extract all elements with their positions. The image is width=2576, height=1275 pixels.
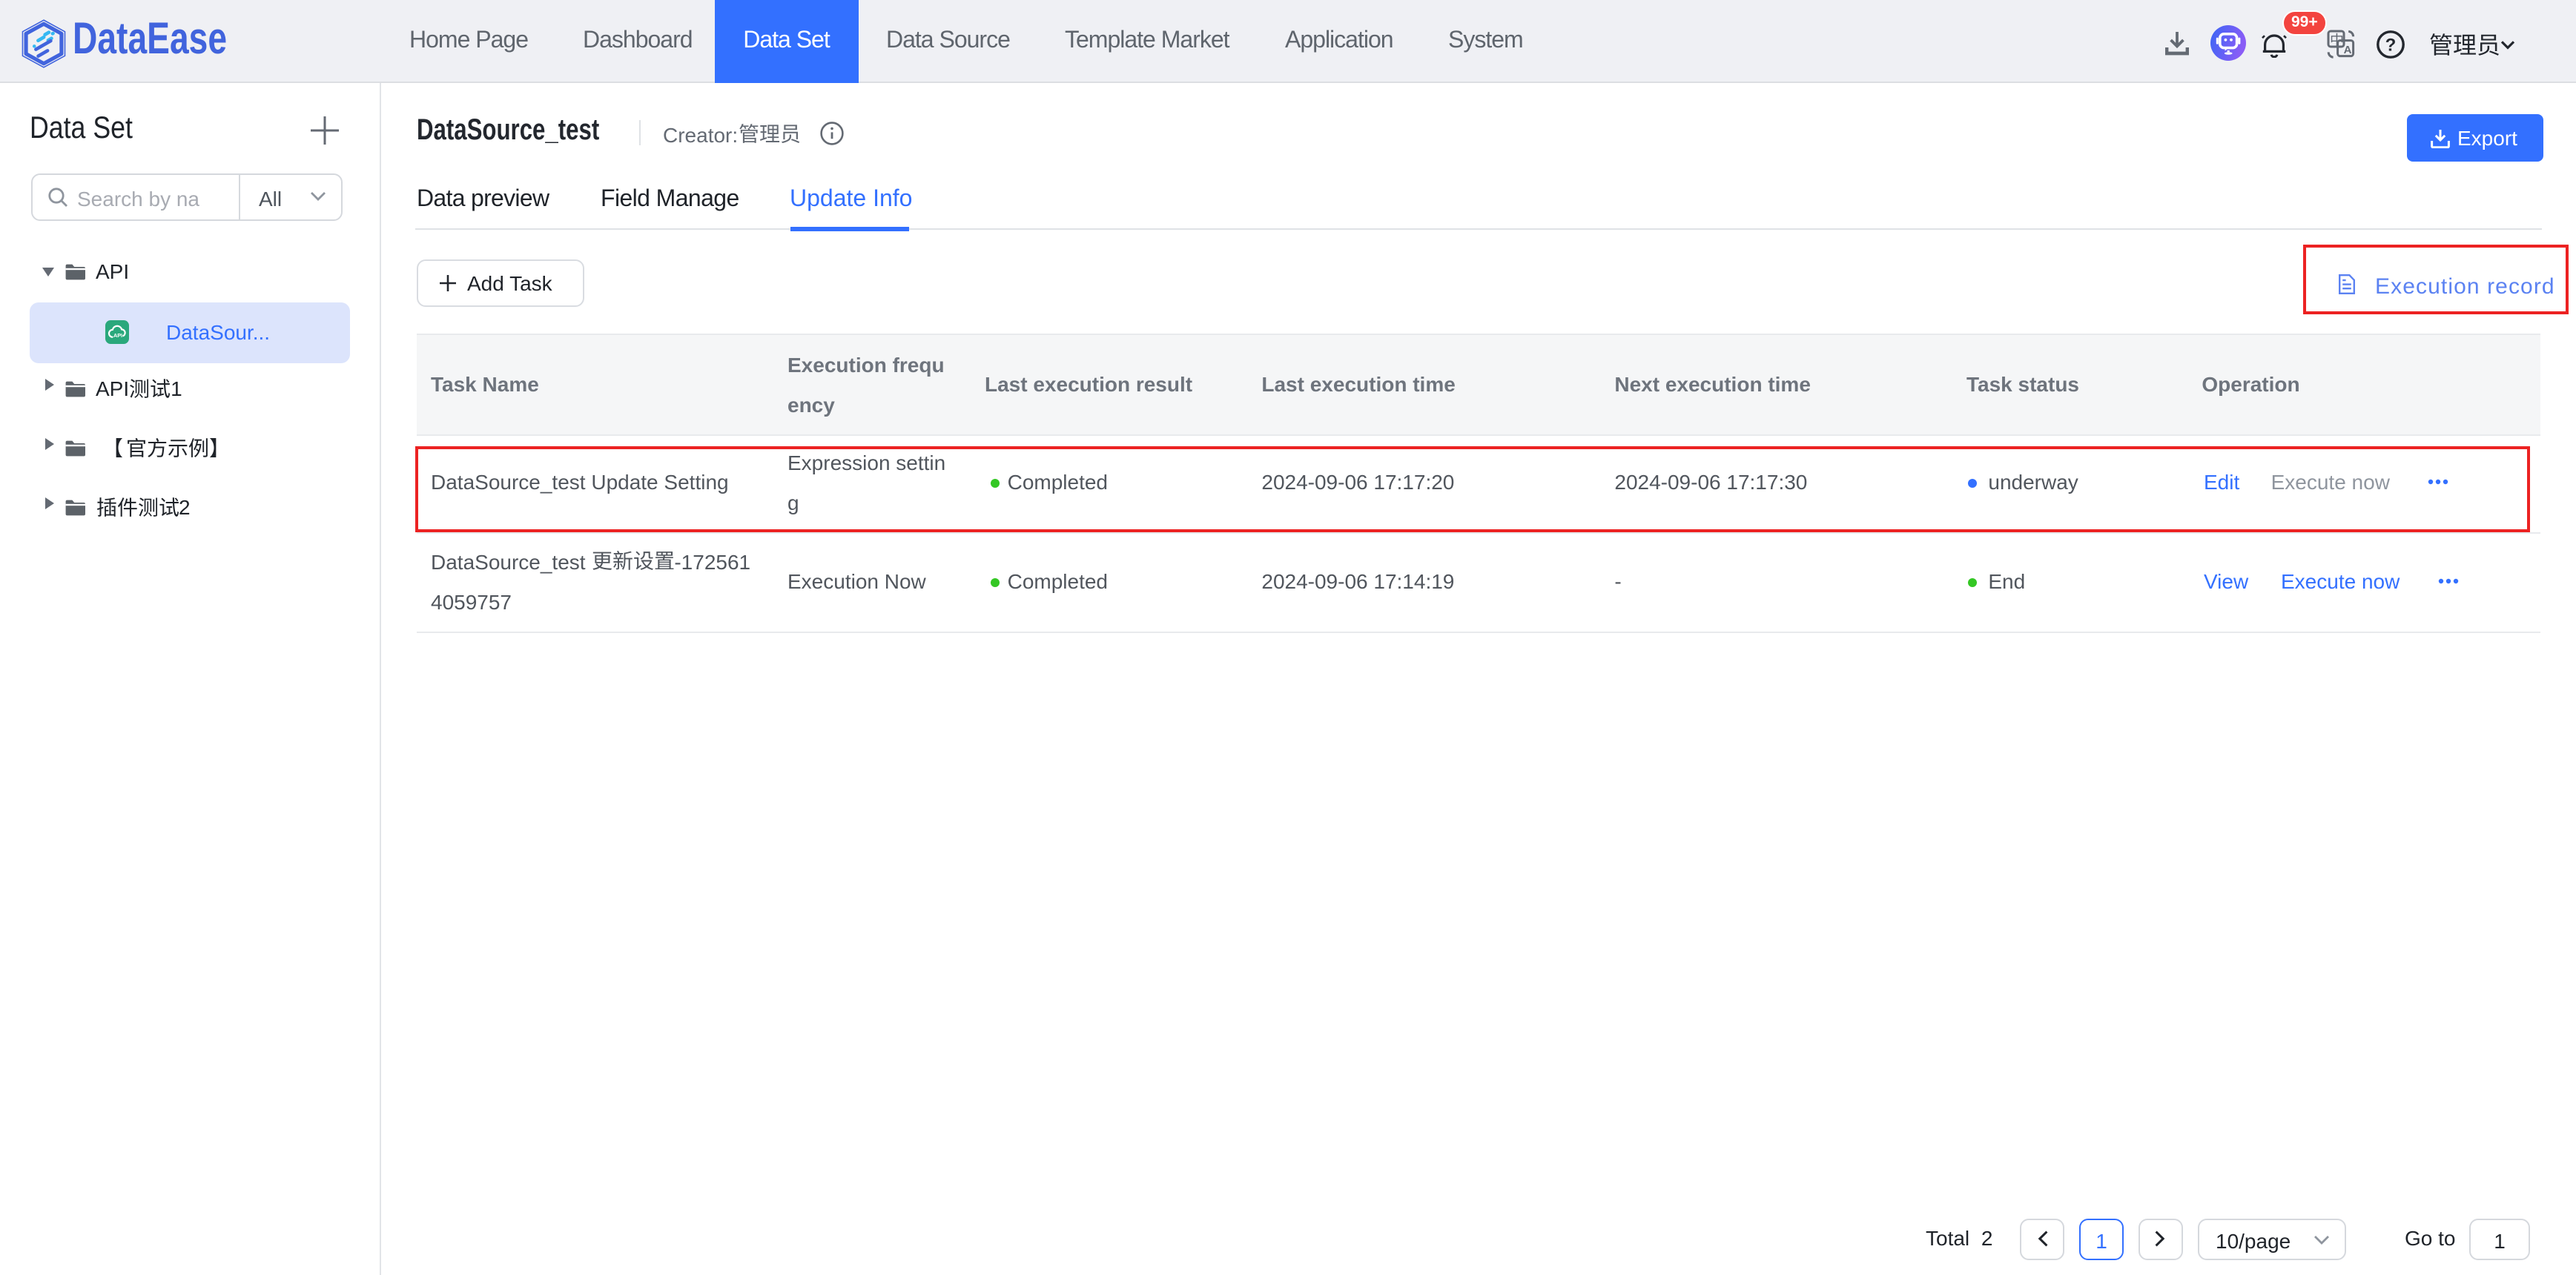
- svg-text:?: ?: [2385, 36, 2397, 56]
- svg-text:.API: .API: [112, 332, 122, 339]
